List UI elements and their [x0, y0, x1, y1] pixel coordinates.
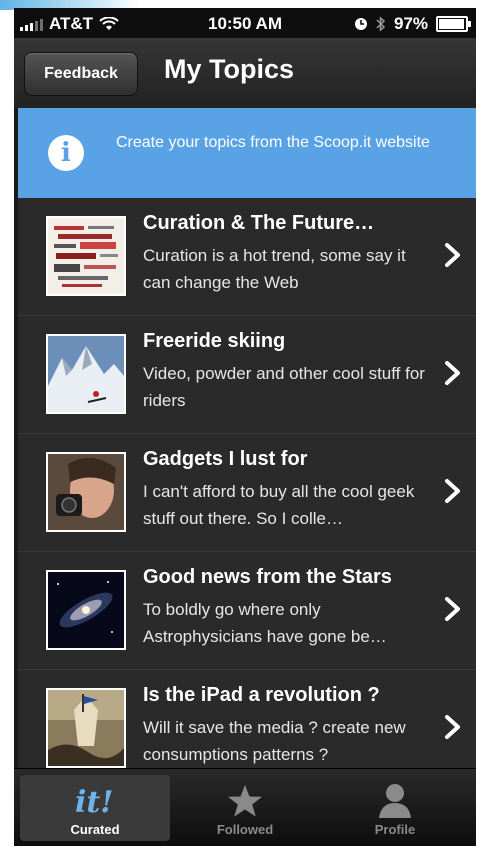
tab-bar: it! Curated Followed Profile: [14, 768, 476, 846]
topic-title: Curation & The Future…: [143, 212, 375, 234]
word-cloud-thumbnail: [48, 218, 124, 294]
battery-icon: [436, 16, 471, 32]
info-banner-text: Create your topics from the Scoop.it web…: [116, 134, 430, 151]
chevron-right-icon: [445, 715, 460, 739]
topic-thumbnail: [46, 570, 126, 650]
nav-bar: Feedback My Topics: [14, 38, 476, 109]
tab-curated-label: Curated: [70, 822, 120, 837]
topic-title: Freeride skiing: [143, 330, 286, 352]
battery-percent: 97%: [393, 14, 428, 33]
scoopit-it-icon: it!: [75, 785, 113, 818]
topic-row[interactable]: Curation & The Future… Curation is a hot…: [18, 198, 476, 316]
topic-thumbnail: [46, 452, 126, 532]
topic-list: Curation & The Future… Curation is a hot…: [18, 198, 476, 788]
tab-profile-label: Profile: [374, 822, 416, 837]
topic-title: Good news from the Stars: [143, 566, 392, 588]
tab-followed[interactable]: Followed: [170, 775, 320, 841]
person-icon: [379, 784, 411, 818]
feedback-button[interactable]: Feedback: [24, 52, 138, 96]
chevron-right-icon: [445, 597, 460, 621]
star-icon: [228, 785, 262, 817]
info-banner[interactable]: i Create your topics from the Scoop.it w…: [18, 108, 476, 198]
topic-description: Will it save the media ? create new cons…: [143, 718, 406, 764]
phone-screen: AT&T 10:50 AM 97% Feedback My Topics i C…: [14, 8, 476, 846]
topic-title: Gadgets I lust for: [143, 448, 308, 470]
gadget-person-thumbnail: [48, 454, 124, 530]
tab-followed-label: Followed: [216, 822, 274, 837]
galaxy-thumbnail: [48, 572, 124, 648]
topic-row[interactable]: Good news from the Stars To boldly go wh…: [18, 552, 476, 670]
tab-profile[interactable]: Profile: [320, 775, 470, 841]
info-icon: i: [48, 135, 84, 171]
topic-row[interactable]: Gadgets I lust for I can't afford to buy…: [18, 434, 476, 552]
status-bar: AT&T 10:50 AM 97%: [14, 8, 476, 38]
topic-thumbnail: [46, 688, 126, 768]
topic-description: Curation is a hot trend, some say it can…: [143, 246, 406, 292]
tab-curated[interactable]: it! Curated: [20, 775, 170, 841]
topic-row[interactable]: Freeride skiing Video, powder and other …: [18, 316, 476, 434]
topic-title: Is the iPad a revolution ?: [143, 684, 380, 706]
painting-thumbnail: [48, 690, 124, 766]
bluetooth-icon: [376, 16, 386, 32]
topic-thumbnail: [46, 334, 126, 414]
page-title: My Topics: [164, 54, 295, 84]
chevron-right-icon: [445, 361, 460, 385]
mountain-skiing-thumbnail: [48, 336, 124, 412]
svg-text:it!: it!: [75, 785, 113, 818]
status-right: 97%: [354, 14, 471, 34]
topic-description: I can't afford to buy all the cool geek …: [143, 482, 415, 528]
topic-description: To boldly go where only Astrophysicians …: [143, 600, 387, 646]
chevron-right-icon: [445, 243, 460, 267]
chevron-right-icon: [445, 479, 460, 503]
clock-icon: [354, 18, 367, 30]
topic-thumbnail: [46, 216, 126, 296]
topic-description: Video, powder and other cool stuff for r…: [143, 364, 425, 410]
